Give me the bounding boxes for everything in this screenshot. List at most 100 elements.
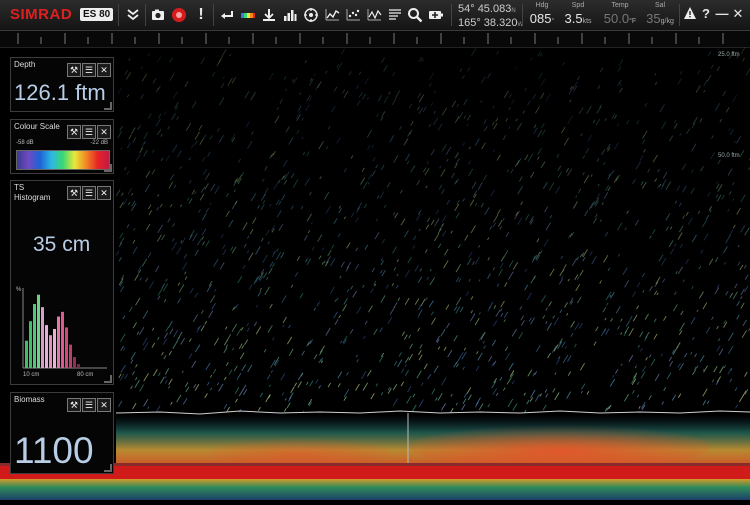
heading-readout: Hdg 085° [528,1,556,28]
scatter-echoes [116,47,750,413]
fish-school-hotspot [210,438,390,466]
resize-handle[interactable] [104,102,112,110]
toolbar-separator [522,4,523,26]
battery-icon[interactable] [428,7,444,23]
menu-icon[interactable]: ☰ [82,125,96,139]
warning-icon[interactable] [683,6,697,22]
zoom-icon[interactable] [407,7,423,23]
settings-icon[interactable]: ⚒ [67,63,81,77]
histogram-x-max: 80 cm [77,372,93,378]
temperature-readout: Temp 50.0°F [600,1,640,28]
settings-icon[interactable]: ⚒ [67,186,81,200]
ts-value: 35 cm [33,233,90,257]
histogram-bar [49,335,52,368]
heading-label: Hdg [528,1,556,10]
histogram-bar [57,317,60,368]
resize-handle[interactable] [104,164,112,172]
histogram-bar [45,325,48,368]
depth-panel: Depth ⚒☰✕ 126.1 ftm [10,57,114,112]
panel-controls: ⚒☰✕ [66,395,111,413]
colour-scale-min: -58 dB [16,140,34,146]
colour-icon[interactable] [240,7,256,23]
ts-histogram-chart [19,286,109,370]
speed-value: 3.5 [564,11,582,26]
colour-scale-panel: Colour Scale ⚒☰✕ -58 dB -22 dB [10,119,114,174]
speed-unit: kts [583,18,592,25]
resize-handle[interactable] [104,464,112,472]
histogram-bar [61,312,64,368]
salinity-unit: g/kg [661,18,674,25]
ts-histogram-title-line2: Histogram [14,193,50,203]
salinity-readout: Sal 35g/kg [643,1,677,28]
menu-icon[interactable]: ☰ [82,398,96,412]
ts-histogram-panel: TS Histogram ⚒☰✕ 35 cm % 10 cm 80 cm [10,180,114,385]
latitude: 54° 45.083 [458,3,511,15]
camera-icon[interactable] [150,7,166,23]
collapse-icon[interactable] [125,7,141,23]
colour-scale-title: Colour Scale [14,122,60,132]
toolbar-separator [118,4,119,26]
ts-histogram-title-line1: TS [14,183,50,193]
help-button[interactable]: ? [699,6,713,22]
top-toolbar: SIMRAD ES 80 ! 54° 45 [0,0,750,31]
ts-histogram-title: TS Histogram [14,183,50,203]
toolbar-separator [213,4,214,26]
toolbar-separator [145,4,146,26]
histogram-bar [77,364,80,368]
histogram-bar [29,321,32,368]
biomass-value: 1100 [14,431,94,471]
temperature-value: 50.0 [604,11,629,26]
histogram-x-min: 10 cm [23,372,39,378]
close-icon[interactable]: ✕ [97,63,111,77]
biomass-panel: Biomass ⚒☰✕ 1100 [10,392,114,474]
histogram-bar [69,345,72,368]
depth-scale-mid: 50.0 ftm [718,153,740,159]
sub-bottom [0,479,750,500]
histogram-icon[interactable] [282,7,298,23]
speed-readout: Spd 3.5kts [562,1,594,28]
time-ruler [0,31,750,48]
scatter-icon[interactable] [345,7,361,23]
heading-unit: ° [551,18,554,25]
alert-icon[interactable]: ! [193,7,209,23]
histogram-bar [25,341,28,368]
histogram-bar [53,329,56,368]
histogram-bar [37,295,40,368]
close-button[interactable]: ✕ [731,6,745,22]
settings-icon[interactable]: ⚒ [67,398,81,412]
resize-handle[interactable] [104,375,112,383]
menu-icon[interactable]: ☰ [82,63,96,77]
depth-scale-top: 25.0 ftm [718,52,740,58]
back-icon[interactable] [219,7,235,23]
menu-icon[interactable]: ☰ [82,186,96,200]
stats-icon[interactable] [366,7,382,23]
close-icon[interactable]: ✕ [97,186,111,200]
table-icon[interactable] [387,7,403,23]
bottom-icon[interactable] [261,7,277,23]
model-badge: ES 80 [80,8,113,21]
histogram-bar [33,304,36,368]
colour-scale-bar[interactable] [16,150,110,170]
panel-controls: ⚒☰✕ [66,122,111,140]
bottom-line [116,411,750,414]
brand-logo: SIMRAD [10,6,72,23]
panel-controls: ⚒☰✕ [66,60,111,78]
close-icon[interactable]: ✕ [97,125,111,139]
close-icon[interactable]: ✕ [97,398,111,412]
settings-icon[interactable]: ⚒ [67,125,81,139]
colour-scale-max: -22 dB [90,140,108,146]
position-readout: 54° 45.083N 165° 38.320W [458,3,523,31]
latitude-hemisphere: N [511,8,515,14]
line-chart-icon[interactable] [324,7,340,23]
histogram-bars [25,295,80,368]
temperature-label: Temp [600,1,640,10]
target-icon[interactable] [303,7,319,23]
depth-value: 126.1 ftm [14,80,106,106]
minimize-button[interactable]: — [715,6,729,22]
ruler-ticks [0,31,750,47]
panel-controls: ⚒☰✕ [66,183,111,201]
toolbar-separator [451,4,452,26]
biomass-title: Biomass [14,395,45,405]
record-icon[interactable] [171,7,187,23]
longitude: 165° 38.320 [458,17,517,29]
